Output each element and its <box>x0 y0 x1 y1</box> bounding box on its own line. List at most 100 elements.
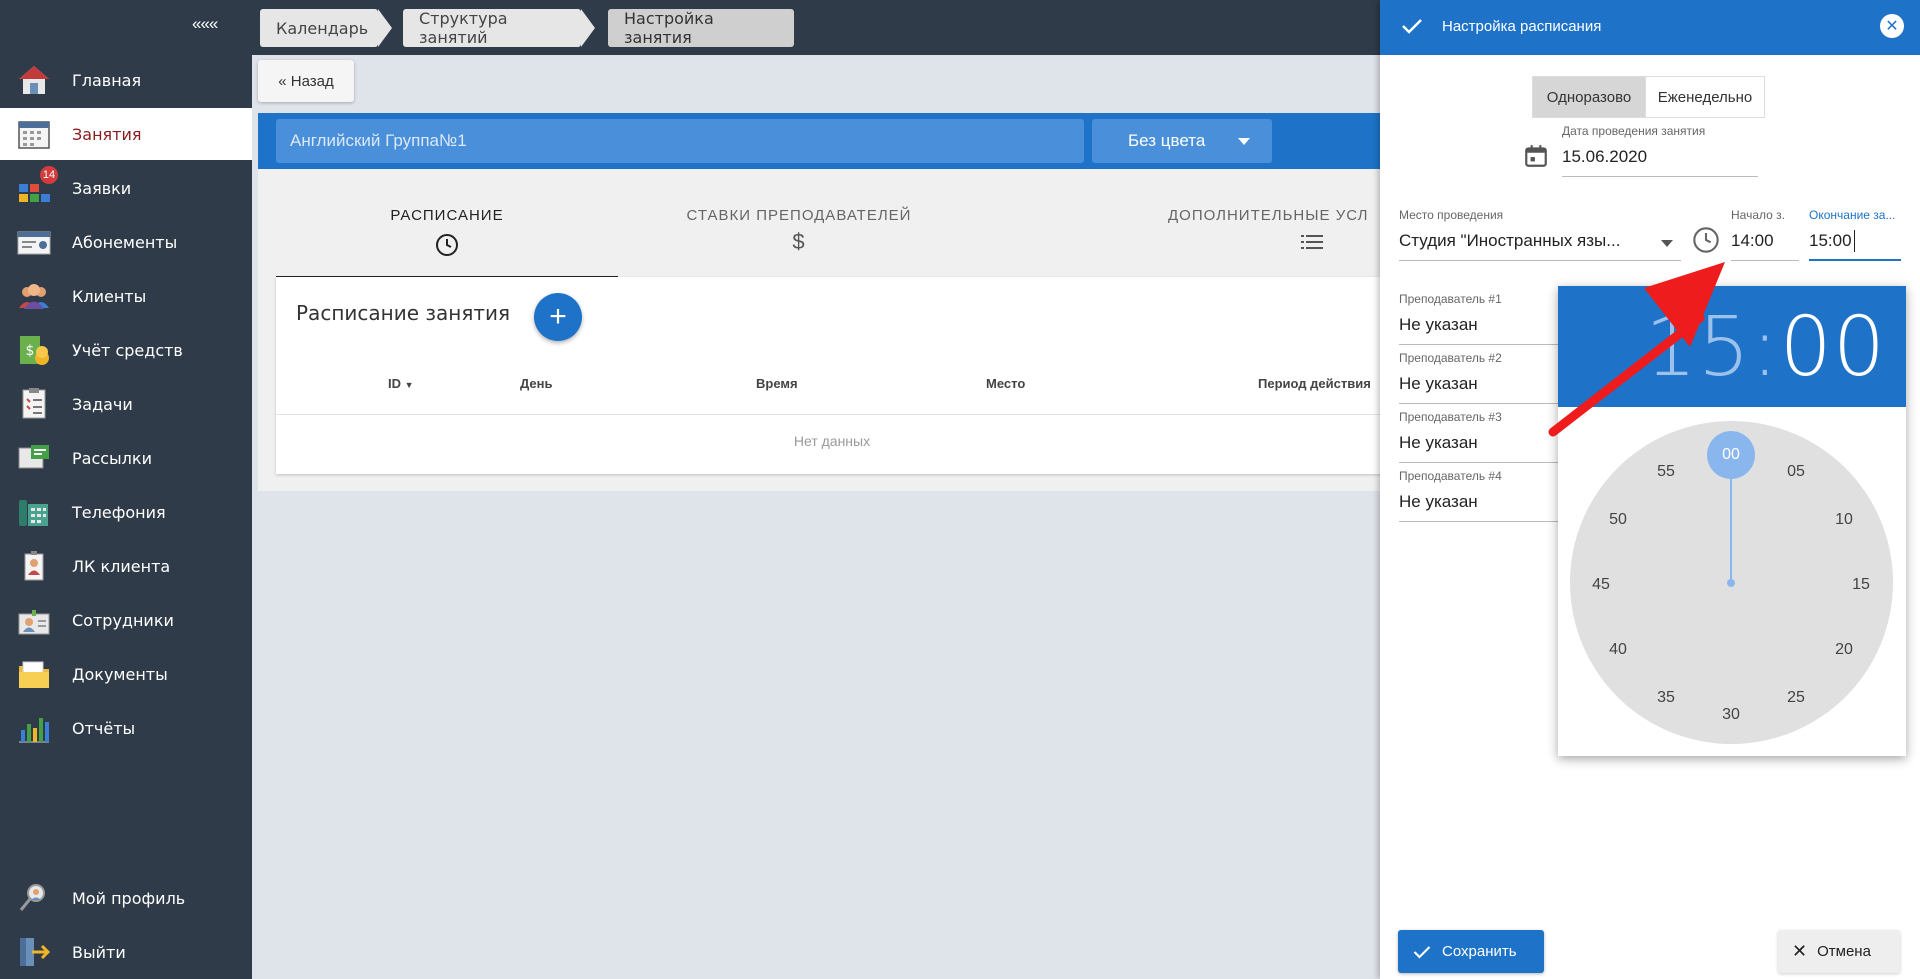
place-select[interactable]: Студия "Иностранных язы... <box>1399 231 1621 251</box>
sidebar-item-label: Мой профиль <box>72 888 186 908</box>
sidebar-item-home[interactable]: Главная <box>0 54 252 106</box>
sidebar-item-reports[interactable]: Отчёты <box>0 702 252 754</box>
teacher-2-select[interactable]: Не указан <box>1399 374 1478 394</box>
sidebar-item-requests[interactable]: 14 Заявки <box>0 162 252 214</box>
dial-selected-minute[interactable]: 00 <box>1707 431 1755 479</box>
add-schedule-button[interactable]: + <box>534 293 582 341</box>
save-button-label: Сохранить <box>1442 943 1517 960</box>
svg-text:$: $ <box>26 343 35 359</box>
close-drawer-button[interactable]: ✕ <box>1880 14 1904 38</box>
teacher-3-underline <box>1399 462 1559 463</box>
chevron-down-icon <box>1238 138 1250 145</box>
sidebar-item-lessons[interactable]: Занятия <box>0 108 252 160</box>
dial-minute[interactable]: 35 <box>1651 683 1681 713</box>
teacher-3-select[interactable]: Не указан <box>1399 433 1478 453</box>
dial-minute[interactable]: 30 <box>1716 700 1746 730</box>
teacher-1-select[interactable]: Не указан <box>1399 315 1478 335</box>
column-header-place[interactable]: Место <box>986 376 1025 391</box>
drawer-title: Настройка расписания <box>1442 18 1602 35</box>
dial-minute[interactable]: 40 <box>1603 635 1633 665</box>
teacher-4-select[interactable]: Не указан <box>1399 492 1478 512</box>
teacher-4-underline <box>1399 521 1559 522</box>
sidebar-item-subscriptions[interactable]: Абонементы <box>0 216 252 268</box>
sidebar-item-label: Главная <box>72 70 142 90</box>
lesson-color-select[interactable]: Без цвета <box>1092 119 1272 163</box>
sidebar-item-staff[interactable]: Сотрудники <box>0 594 252 646</box>
date-field-label: Дата проведения занятия <box>1562 124 1706 138</box>
tab-teacher-rates[interactable]: СТАВКИ ПРЕПОДАВАТЕЛЕЙ $ <box>618 169 980 279</box>
dial-minute[interactable]: 05 <box>1781 457 1811 487</box>
breadcrumb-item-structure[interactable]: Структура занятий <box>403 9 581 47</box>
sidebar-item-label: Клиенты <box>72 286 147 306</box>
close-icon: ✕ <box>1792 941 1808 961</box>
start-time-field[interactable]: 14:00 <box>1731 231 1774 251</box>
tab-additional-services[interactable]: ДОПОЛНИТЕЛЬНЫЕ УСЛ <box>980 169 1388 279</box>
column-header-period[interactable]: Период действия <box>1258 376 1371 391</box>
sidebar-item-logout[interactable]: Выйти <box>0 926 252 978</box>
teacher-2-label: Преподаватель #2 <box>1399 351 1502 365</box>
back-button[interactable]: « Назад <box>258 60 354 102</box>
logout-icon <box>16 934 52 970</box>
column-header-day[interactable]: День <box>520 376 553 391</box>
toggle-once[interactable]: Одноразово <box>1532 76 1646 118</box>
sidebar-item-tasks[interactable]: Задачи <box>0 378 252 430</box>
column-header-time[interactable]: Время <box>756 376 798 391</box>
dial-minute[interactable]: 20 <box>1829 635 1859 665</box>
end-time-label: Окончание за... <box>1809 208 1896 222</box>
column-header-id[interactable]: ID ▼ <box>388 376 414 391</box>
save-button[interactable]: Сохранить <box>1398 930 1544 973</box>
sidebar-item-mailings[interactable]: Рассылки <box>0 432 252 484</box>
toggle-weekly[interactable]: Еженедельно <box>1645 76 1765 118</box>
sidebar-item-documents[interactable]: Документы <box>0 648 252 700</box>
calendar-icon <box>16 116 52 152</box>
check-icon <box>1400 14 1424 43</box>
lesson-panel: Английский Группа№1 Без цвета РАСПИСАНИЕ… <box>258 113 1388 491</box>
close-icon: ✕ <box>1885 18 1899 35</box>
time-picker-minutes[interactable]: 00 <box>1780 300 1886 395</box>
staff-icon <box>16 602 52 638</box>
dial-minute[interactable]: 15 <box>1846 570 1876 600</box>
schedule-title: Расписание занятия <box>296 301 511 325</box>
cancel-button[interactable]: ✕ Отмена <box>1778 930 1900 973</box>
breadcrumb-separator-icon <box>581 9 595 47</box>
sidebar-item-label: Телефония <box>72 502 166 522</box>
end-time-field[interactable]: 15:00 <box>1809 231 1852 251</box>
time-picker-display: 15:00 <box>1645 300 1886 395</box>
sidebar-item-label: Выйти <box>72 942 126 962</box>
sidebar-item-label: Абонементы <box>72 232 178 252</box>
dial-minute[interactable]: 55 <box>1651 457 1681 487</box>
list-icon <box>1301 233 1323 255</box>
time-picker-header: 15:00 <box>1558 286 1906 407</box>
sidebar-item-label: Задачи <box>72 394 133 414</box>
sidebar-item-label: Учёт средств <box>72 340 183 360</box>
place-field-underline <box>1399 260 1681 261</box>
cancel-button-label: Отмена <box>1817 943 1871 960</box>
sidebar-item-finance[interactable]: $ Учёт средств <box>0 324 252 376</box>
date-field[interactable]: 15.06.2020 <box>1562 147 1647 167</box>
dial-minute[interactable]: 50 <box>1603 505 1633 535</box>
sidebar-item-profile[interactable]: Мой профиль <box>0 872 252 924</box>
schedule-card: Расписание занятия + ID ▼ День Время Мес… <box>276 277 1388 474</box>
sidebar-item-label: Документы <box>72 664 168 684</box>
minute-dial[interactable]: 00 05 10 15 20 25 30 35 40 45 50 55 <box>1570 421 1893 744</box>
empty-table-text: Нет данных <box>793 433 871 449</box>
sidebar-item-label: Заявки <box>72 178 132 198</box>
sort-down-icon: ▼ <box>404 380 414 390</box>
dollar-icon: $ <box>792 229 806 254</box>
collapse-sidebar-button[interactable]: ««« <box>192 14 218 34</box>
client-portal-icon <box>16 548 52 584</box>
dial-minute[interactable]: 45 <box>1586 570 1616 600</box>
dial-minute[interactable]: 25 <box>1781 683 1811 713</box>
teacher-1-underline <box>1399 344 1559 345</box>
calendar-icon <box>1523 143 1549 174</box>
chevron-down-icon <box>1661 240 1673 247</box>
breadcrumb-item-calendar[interactable]: Календарь <box>260 9 378 47</box>
tab-schedule[interactable]: РАСПИСАНИЕ <box>276 169 618 279</box>
dial-minute[interactable]: 10 <box>1829 505 1859 535</box>
time-picker-hours[interactable]: 15 <box>1645 300 1751 395</box>
lesson-name-input[interactable]: Английский Группа№1 <box>276 119 1084 163</box>
mailing-icon <box>16 440 52 476</box>
sidebar-item-clients[interactable]: Клиенты <box>0 270 252 322</box>
sidebar-item-telephony[interactable]: Телефония <box>0 486 252 538</box>
sidebar-item-client-portal[interactable]: ЛК клиента <box>0 540 252 592</box>
